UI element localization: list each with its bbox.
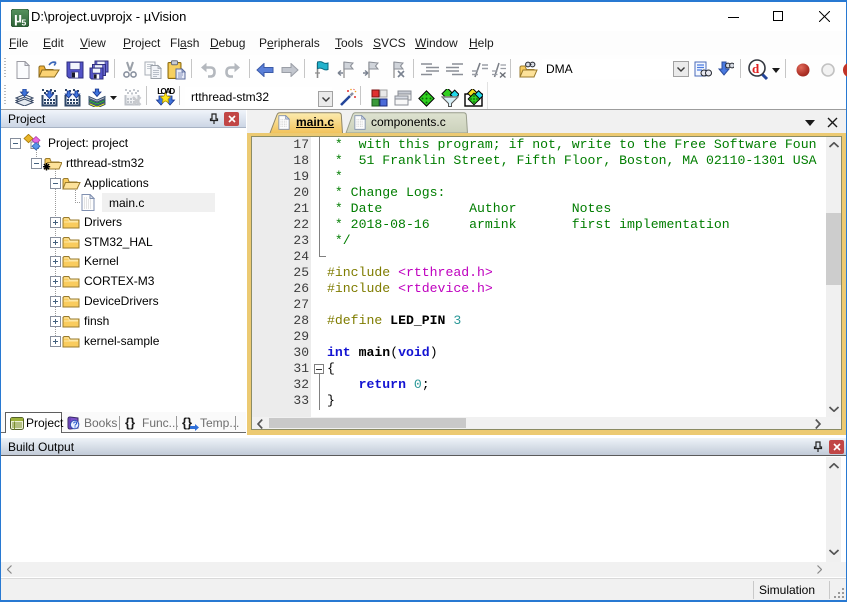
- svg-text:?: ?: [73, 421, 78, 430]
- svg-text:d: d: [752, 61, 760, 76]
- svg-text:5: 5: [22, 18, 27, 28]
